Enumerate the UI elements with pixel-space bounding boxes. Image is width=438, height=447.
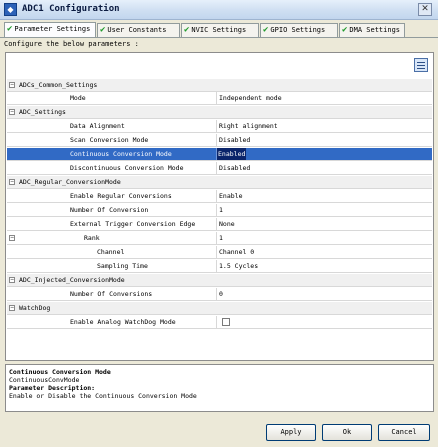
- param-row-mode[interactable]: Mode Independent mode: [7, 92, 432, 105]
- param-value[interactable]: Right alignment: [219, 120, 278, 132]
- param-row-channel[interactable]: Channel Channel 0: [7, 246, 432, 259]
- ok-button[interactable]: Ok: [322, 424, 372, 441]
- description-heading: Parameter Description:: [9, 384, 96, 392]
- check-icon: ✔: [342, 25, 348, 35]
- column-divider: [216, 92, 217, 104]
- param-value[interactable]: 1: [219, 204, 223, 216]
- column-divider: [216, 190, 217, 202]
- analog-watchdog-checkbox[interactable]: [222, 318, 230, 326]
- window-title: ADC1 Configuration: [22, 4, 120, 14]
- param-name: Data Alignment: [70, 122, 125, 130]
- column-divider: [216, 120, 217, 132]
- param-row-sampling-time[interactable]: Sampling Time 1.5 Cycles: [7, 260, 432, 273]
- column-divider: [216, 218, 217, 230]
- param-name: Channel: [97, 248, 125, 256]
- param-value[interactable]: Independent mode: [219, 92, 282, 104]
- tab-parameter-settings[interactable]: ✔ Parameter Settings: [4, 22, 96, 38]
- group-adc-settings[interactable]: − ADC_Settings: [7, 106, 432, 119]
- check-icon: ✔: [100, 25, 106, 35]
- column-divider: [216, 246, 217, 258]
- collapse-icon[interactable]: −: [9, 235, 15, 241]
- param-row-enable-regular[interactable]: Enable Regular Conversions Enable: [7, 190, 432, 203]
- view-toggle-button[interactable]: [414, 58, 428, 72]
- param-value[interactable]: Disabled: [219, 134, 250, 146]
- collapse-icon[interactable]: −: [9, 305, 15, 311]
- tab-dma-settings[interactable]: ✔ DMA Settings: [339, 23, 405, 37]
- tab-divider: [0, 37, 438, 38]
- param-value[interactable]: 0: [219, 288, 223, 300]
- group-watchdog[interactable]: − WatchDog: [7, 302, 432, 315]
- collapse-icon[interactable]: −: [9, 179, 15, 185]
- description-panel: Continuous Conversion Mode ContinuousCon…: [5, 364, 434, 412]
- tab-label: DMA Settings: [349, 26, 400, 34]
- param-row-external-trigger[interactable]: External Trigger Conversion Edge None: [7, 218, 432, 231]
- tab-user-constants[interactable]: ✔ User Constants: [97, 23, 180, 37]
- param-value[interactable]: 1: [219, 232, 223, 244]
- group-label: WatchDog: [19, 304, 51, 312]
- check-icon: ✔: [7, 24, 13, 34]
- param-name: Discontinuous Conversion Mode: [70, 164, 184, 172]
- param-row-analog-watchdog[interactable]: Enable Analog WatchDog Mode: [7, 316, 432, 329]
- param-name: Mode: [70, 94, 86, 102]
- param-name: Scan Conversion Mode: [70, 136, 149, 144]
- description-title: Continuous Conversion Mode: [9, 368, 111, 376]
- param-value[interactable]: Enable: [219, 190, 242, 202]
- tab-label: NVIC Settings: [191, 26, 247, 34]
- group-adc-regular-conversion[interactable]: − ADC_Regular_ConversionMode: [7, 176, 432, 189]
- column-divider: [216, 232, 217, 244]
- collapse-icon[interactable]: −: [9, 109, 15, 115]
- group-adc-injected-conversion[interactable]: − ADC_Injected_ConversionMode: [7, 274, 432, 287]
- param-row-data-alignment[interactable]: Data Alignment Right alignment: [7, 120, 432, 133]
- group-label: ADC_Injected_ConversionMode: [19, 276, 125, 284]
- param-value[interactable]: 1.5 Cycles: [219, 260, 258, 272]
- param-row-number-of-conversion[interactable]: Number Of Conversion 1: [7, 204, 432, 217]
- column-divider: [216, 162, 217, 174]
- param-name: Number Of Conversions: [70, 290, 153, 298]
- column-divider: [216, 288, 217, 300]
- tab-label: User Constants: [107, 26, 167, 34]
- group-adcs-common-settings[interactable]: − ADCs_Common_Settings: [7, 79, 432, 92]
- apply-button[interactable]: Apply: [266, 424, 316, 441]
- param-value[interactable]: Disabled: [219, 162, 250, 174]
- param-value[interactable]: Channel 0: [219, 246, 254, 258]
- tab-label: Parameter Settings: [14, 25, 91, 33]
- group-label: ADC_Settings: [19, 108, 66, 116]
- tab-label: GPIO Settings: [270, 26, 326, 34]
- param-name: Enable Analog WatchDog Mode: [70, 318, 176, 326]
- param-row-scan-conversion[interactable]: Scan Conversion Mode Disabled: [7, 134, 432, 147]
- param-row-rank[interactable]: − Rank 1: [7, 232, 432, 245]
- check-icon: ✔: [184, 25, 190, 35]
- param-row-discontinuous-conversion[interactable]: Discontinuous Conversion Mode Disabled: [7, 162, 432, 175]
- group-label: ADC_Regular_ConversionMode: [19, 178, 121, 186]
- param-name: Sampling Time: [97, 262, 148, 270]
- description-identifier: ContinuousConvMode: [9, 376, 80, 384]
- collapse-icon[interactable]: −: [9, 82, 15, 88]
- param-name: Continuous Conversion Mode: [70, 150, 172, 158]
- param-name: Number Of Conversion: [70, 206, 149, 214]
- param-name: Rank: [84, 234, 100, 242]
- close-button[interactable]: ✕: [418, 3, 432, 16]
- app-icon: ◆: [4, 3, 17, 16]
- check-icon: ✔: [263, 25, 269, 35]
- column-divider: [216, 204, 217, 216]
- cancel-button[interactable]: Cancel: [378, 424, 430, 441]
- column-divider: [216, 260, 217, 272]
- collapse-icon[interactable]: −: [9, 277, 15, 283]
- param-row-injected-number[interactable]: Number Of Conversions 0: [7, 288, 432, 301]
- param-name: External Trigger Conversion Edge: [70, 220, 196, 228]
- param-name: Enable Regular Conversions: [70, 192, 172, 200]
- tab-gpio-settings[interactable]: ✔ GPIO Settings: [260, 23, 338, 37]
- tab-nvic-settings[interactable]: ✔ NVIC Settings: [181, 23, 259, 37]
- title-bar: ◆ ADC1 Configuration ✕: [0, 0, 438, 20]
- param-value[interactable]: None: [219, 218, 235, 230]
- tab-strip: ✔ Parameter Settings ✔ User Constants ✔ NVI…: [4, 22, 434, 38]
- property-grid: − ADCs_Common_Settings Mode Independent …: [7, 79, 432, 329]
- group-label: ADCs_Common_Settings: [19, 81, 98, 89]
- param-value[interactable]: Enabled: [217, 148, 247, 160]
- description-text: Enable or Disable the Continuous Convers…: [9, 392, 197, 400]
- param-row-continuous-conversion[interactable]: Continuous Conversion Mode Enabled: [7, 148, 432, 161]
- column-divider: [216, 134, 217, 146]
- column-divider: [216, 316, 217, 328]
- page-subtitle: Configure the below parameters :: [4, 40, 139, 48]
